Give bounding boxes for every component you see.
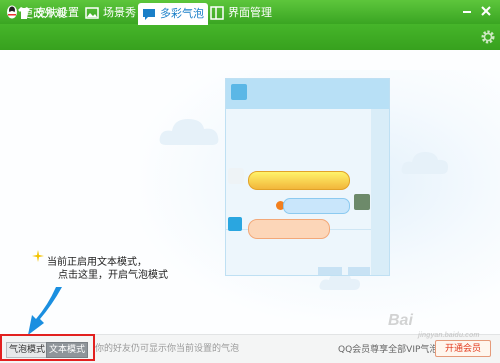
bubble-mode-button[interactable]: 气泡模式 [6, 342, 49, 358]
tab-label: 皮肤设置 [35, 6, 79, 19]
blue-chat-bubble [283, 198, 350, 214]
bubble-description: 你的好友仍可显示你当前设置的气泡 [95, 344, 240, 354]
open-vip-button[interactable]: 开通会员 [435, 340, 491, 357]
arrow-icon [28, 287, 62, 335]
shirt-icon [18, 7, 30, 19]
gear-icon[interactable] [480, 29, 496, 45]
girl-avatar [354, 194, 370, 210]
watermark-brand: Bai [388, 312, 413, 329]
minimize-button[interactable] [459, 3, 475, 19]
chat-bubble-icon [143, 9, 155, 20]
tab-skin-settings[interactable]: 皮肤设置 [17, 5, 81, 21]
watermark-sub: jingyan.baidu.com [418, 332, 480, 339]
picture-icon [85, 7, 99, 19]
text-mode-button[interactable]: 文本模式 [46, 342, 89, 358]
sparkle-icon [32, 250, 44, 262]
layout-icon [210, 6, 224, 20]
tab-label: 界面管理 [228, 6, 272, 19]
tab-label: 场景秀 [103, 6, 136, 19]
preview-button [348, 267, 370, 275]
tab-interface-management[interactable]: 界面管理 [210, 5, 272, 21]
hint-line-2: 点击这里，开启气泡模式 [58, 270, 168, 281]
cloud-left [158, 115, 220, 149]
cloud-right [400, 148, 450, 178]
tab-colorful-bubbles[interactable]: 多彩气泡 [138, 3, 208, 25]
preview-sidebar [371, 109, 389, 275]
avatar [231, 84, 247, 100]
hint-line-1: 当前正启用文本模式， [47, 257, 147, 268]
close-button[interactable] [478, 3, 494, 19]
vip-promo-text: QQ会员尊享全部VIP气泡 [338, 345, 439, 355]
close-icon [481, 6, 491, 16]
preview-button [318, 267, 342, 275]
hint-text: 当前正启用文本模式， 点击这里，开启气泡模式 [47, 256, 168, 282]
cat-avatar [228, 168, 244, 184]
tab-label: 多彩气泡 [160, 7, 204, 20]
yellow-chat-bubble [248, 171, 350, 190]
tab-bar [0, 24, 500, 50]
preview-topbar [226, 79, 389, 109]
tab-scene-show[interactable]: 场景秀 [85, 5, 136, 21]
pink-chat-bubble [248, 219, 330, 239]
baidu-watermark: Bai jingyan.baidu.com [388, 310, 496, 339]
blue-avatar [228, 217, 242, 231]
minimize-icon [463, 11, 471, 13]
